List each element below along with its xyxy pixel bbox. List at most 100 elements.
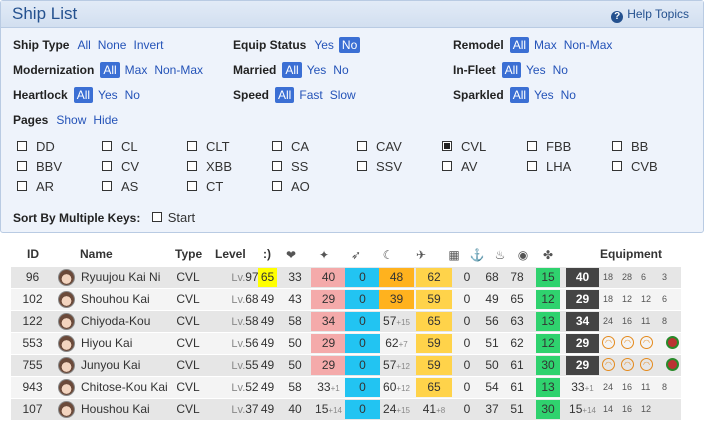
ship-type-as[interactable]: AS: [102, 179, 138, 195]
plane-slot-icon[interactable]: ◠: [621, 336, 634, 349]
header-id[interactable]: ID: [27, 238, 39, 270]
equipment-slot[interactable]: 28: [622, 267, 632, 288]
plane-slot-icon[interactable]: ◠: [621, 358, 634, 371]
filter-option-all[interactable]: All: [73, 87, 94, 103]
armor-icon[interactable]: ▦: [446, 248, 462, 262]
ship-type-ar[interactable]: AR: [17, 179, 54, 195]
ship-type-cvl[interactable]: CVL: [442, 139, 486, 155]
equipment-slot[interactable]: 6: [641, 267, 646, 288]
asw-icon[interactable]: ⚓: [469, 248, 485, 262]
ship-type-xbb[interactable]: XBB: [187, 159, 232, 175]
luck-icon[interactable]: ✤: [540, 248, 556, 262]
equipment-slot[interactable]: 12: [641, 399, 651, 420]
checkbox[interactable]: [442, 161, 452, 171]
filter-option-show[interactable]: Show: [54, 113, 88, 127]
ship-name[interactable]: Shouhou Kai: [81, 289, 150, 310]
equipment-slot[interactable]: 11: [641, 377, 650, 398]
ship-name[interactable]: Junyou Kai: [81, 355, 140, 376]
checkbox[interactable]: [357, 161, 367, 171]
filter-option-no[interactable]: No: [331, 63, 350, 77]
ship-name[interactable]: Hiyou Kai: [81, 333, 132, 354]
checkbox[interactable]: [102, 161, 112, 171]
checkbox[interactable]: [612, 141, 622, 151]
filter-option-all[interactable]: All: [282, 62, 302, 78]
equipment-slot[interactable]: 8: [662, 311, 667, 332]
plane-slot-icon[interactable]: ◠: [640, 336, 653, 349]
header-type[interactable]: Type: [175, 238, 202, 270]
help-topics-link[interactable]: ? Help Topics: [611, 7, 689, 23]
filter-option-no[interactable]: No: [123, 88, 142, 102]
checkbox[interactable]: [187, 181, 197, 191]
checkbox[interactable]: [187, 141, 197, 151]
checkbox[interactable]: [17, 161, 27, 171]
anti-air-icon[interactable]: ✈: [413, 248, 429, 262]
table-row[interactable]: 96 Ryuujou Kai Ni CVL Lv.97 65 33 40 0 48 62 0 68 78…: [11, 267, 681, 288]
checkbox[interactable]: [17, 181, 27, 191]
ship-name[interactable]: Houshou Kai: [81, 399, 150, 420]
filter-option-nonmax[interactable]: Non-Max: [152, 63, 205, 77]
header-level[interactable]: Level: [215, 238, 246, 270]
equipment-slot[interactable]: 8: [662, 377, 667, 398]
equipment-slot[interactable]: 12: [641, 289, 651, 310]
header-name[interactable]: Name: [80, 238, 113, 270]
header-condition[interactable]: :): [263, 238, 271, 270]
filter-option-yes[interactable]: Yes: [524, 63, 548, 77]
checkbox[interactable]: [272, 181, 282, 191]
ship-type-bb[interactable]: BB: [612, 139, 648, 155]
checkbox[interactable]: [102, 181, 112, 191]
night-battle-icon[interactable]: ☾: [380, 248, 396, 262]
ship-type-cv[interactable]: CV: [102, 159, 139, 175]
filter-option-no[interactable]: No: [559, 88, 578, 102]
filter-option-yes[interactable]: Yes: [305, 63, 329, 77]
filter-option-none[interactable]: None: [96, 38, 129, 52]
checkbox[interactable]: [272, 161, 282, 171]
filter-option-all[interactable]: All: [509, 37, 530, 53]
filter-option-all[interactable]: All: [100, 62, 120, 78]
table-row[interactable]: 107 Houshou Kai CVL Lv.37 49 40 15+14 0 24+15 41+…: [11, 399, 681, 420]
ship-type-ct[interactable]: CT: [187, 179, 223, 195]
ship-type-bbv[interactable]: BBV: [17, 159, 62, 175]
equipment-slot[interactable]: 16: [622, 377, 632, 398]
filter-option-slow[interactable]: Slow: [328, 88, 358, 102]
checkbox[interactable]: [442, 141, 452, 151]
ship-type-clt[interactable]: CLT: [187, 139, 230, 155]
equipment-slot[interactable]: 6: [662, 289, 667, 310]
equipment-slot[interactable]: 24: [603, 377, 613, 398]
checkbox[interactable]: [527, 141, 537, 151]
ship-type-fbb[interactable]: FBB: [527, 139, 571, 155]
plane-slot-icon[interactable]: ◠: [602, 336, 615, 349]
ship-type-cav[interactable]: CAV: [357, 139, 402, 155]
equipment-slot[interactable]: 24: [603, 311, 613, 332]
equipment-slot[interactable]: 12: [622, 289, 632, 310]
table-row[interactable]: 755 Junyou Kai CVL Lv.55 49 50 29 0 57+12 59 0 50 61…: [11, 355, 681, 376]
ship-type-cl[interactable]: CL: [102, 139, 138, 155]
checkbox[interactable]: [102, 141, 112, 151]
hp-icon[interactable]: ❤: [283, 248, 299, 262]
checkbox[interactable]: [187, 161, 197, 171]
equipment-slot[interactable]: 3: [662, 267, 667, 288]
ship-name[interactable]: Chiyoda-Kou: [81, 311, 150, 332]
equipment-slot[interactable]: 14: [603, 399, 613, 420]
ship-type-av[interactable]: AV: [442, 159, 477, 175]
filter-option-max[interactable]: Max: [532, 38, 559, 52]
header-equipment[interactable]: Equipment: [600, 238, 662, 270]
los-icon[interactable]: ◉: [515, 248, 531, 262]
table-row[interactable]: 553 Hiyou Kai CVL Lv.56 49 50 29 0 62+7 59 0 51 62 12…: [11, 333, 681, 354]
torpedo-icon[interactable]: ➶: [348, 248, 364, 262]
sort-start-label[interactable]: Start: [168, 210, 195, 225]
checkbox[interactable]: [17, 141, 27, 151]
table-row[interactable]: 122 Chiyoda-Kou CVL Lv.58 49 58 34 0 57+15 65 0 56 6…: [11, 311, 681, 332]
filter-option-all[interactable]: All: [75, 38, 92, 52]
sort-start-checkbox[interactable]: [151, 212, 162, 222]
firepower-icon[interactable]: ✦: [316, 248, 332, 262]
equipment-slot[interactable]: 18: [603, 267, 613, 288]
filter-option-yes[interactable]: Yes: [532, 88, 556, 102]
ship-type-ssv[interactable]: SSV: [357, 159, 402, 175]
checkbox[interactable]: [272, 141, 282, 151]
filter-option-all[interactable]: All: [501, 62, 522, 78]
ship-type-ca[interactable]: CA: [272, 139, 309, 155]
equipment-slot[interactable]: 16: [622, 311, 632, 332]
ship-type-ao[interactable]: AO: [272, 179, 310, 195]
ship-type-dd[interactable]: DD: [17, 139, 55, 155]
table-row[interactable]: 943 Chitose-Kou Kai CVL Lv.52 49 58 33+1 0 60+12…: [11, 377, 681, 398]
